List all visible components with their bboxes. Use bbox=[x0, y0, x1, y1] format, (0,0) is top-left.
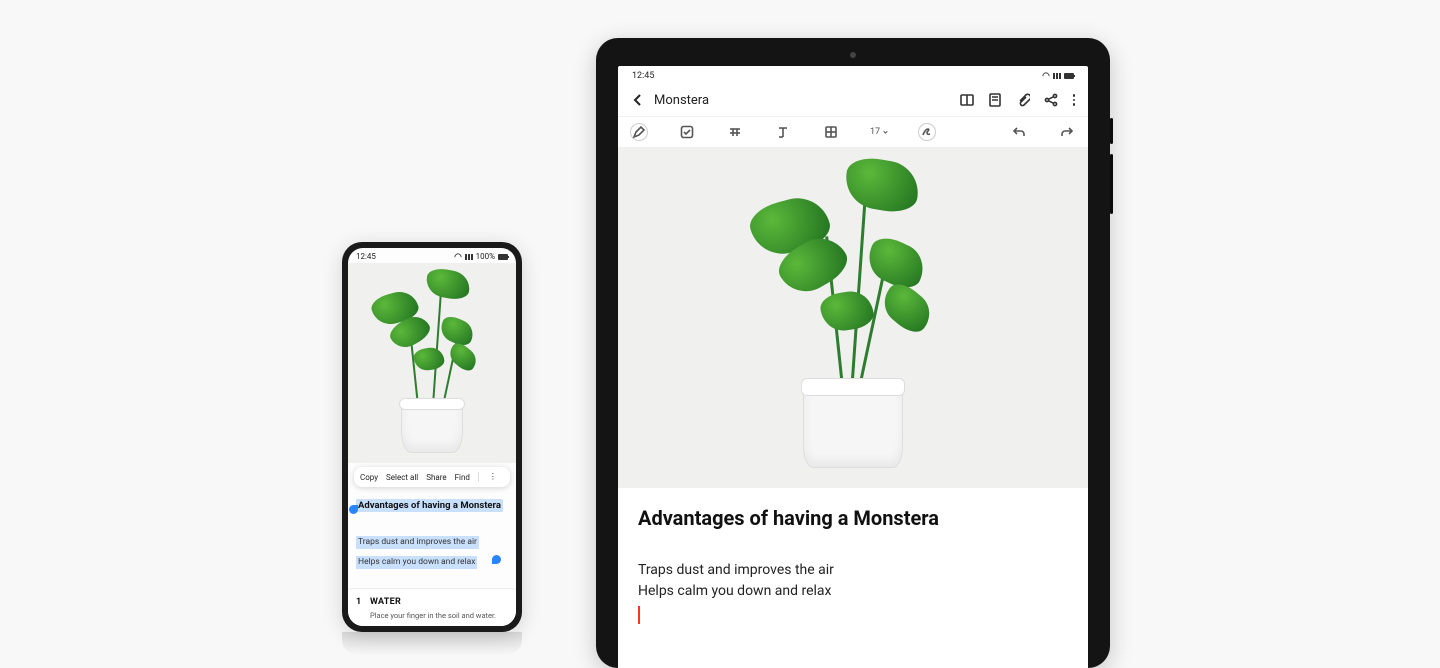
text-cursor bbox=[638, 606, 640, 624]
selected-title[interactable]: Advantages of having a Monstera bbox=[356, 499, 503, 512]
wifi-icon bbox=[454, 253, 462, 261]
table-icon bbox=[824, 125, 838, 139]
content-line-2[interactable]: Helps calm you down and relax bbox=[638, 581, 1068, 602]
battery-icon bbox=[1064, 73, 1074, 79]
context-select-all[interactable]: Select all bbox=[386, 473, 418, 482]
back-button[interactable] bbox=[630, 92, 646, 108]
card-title: WATER bbox=[370, 597, 401, 607]
context-share[interactable]: Share bbox=[426, 473, 446, 482]
content-line-1[interactable]: Traps dust and improves the air bbox=[638, 560, 1068, 581]
table-tool[interactable] bbox=[822, 123, 840, 141]
text-format-tool[interactable] bbox=[726, 123, 744, 141]
tablet-status-icons bbox=[1042, 72, 1074, 80]
phone-status-icons: 100% bbox=[454, 252, 508, 261]
tablet-volume-button bbox=[1110, 154, 1113, 214]
tablet-screen: 12:45 Monstera bbox=[618, 66, 1088, 668]
page-icon bbox=[988, 93, 1002, 107]
signal-icon bbox=[465, 254, 473, 260]
divider bbox=[478, 472, 479, 482]
tablet-mockup: 12:45 Monstera bbox=[596, 38, 1110, 668]
selected-line-1[interactable]: Traps dust and improves the air bbox=[356, 536, 479, 549]
text-size-icon bbox=[728, 125, 742, 139]
redo-button[interactable] bbox=[1058, 123, 1076, 141]
context-find[interactable]: Find bbox=[455, 473, 470, 482]
plant-pot bbox=[401, 403, 463, 453]
card-number: 1 bbox=[356, 597, 361, 607]
phone-screen: 12:45 100% Copy Select all Share Find ⋮ bbox=[348, 248, 516, 626]
chevron-down-icon bbox=[883, 129, 888, 136]
card-desc: Place your finger in the soil and water. bbox=[356, 611, 508, 620]
book-icon bbox=[960, 93, 974, 107]
share-icon bbox=[1044, 93, 1058, 107]
signal-icon bbox=[1053, 73, 1061, 79]
phone-status-time: 12:45 bbox=[356, 252, 376, 261]
chevron-left-icon bbox=[632, 94, 644, 106]
page-template-button[interactable] bbox=[988, 93, 1002, 107]
tablet-status-bar: 12:45 bbox=[618, 66, 1088, 84]
tablet-status-time: 12:45 bbox=[632, 71, 654, 81]
note-image bbox=[348, 263, 516, 463]
text-style-tool[interactable] bbox=[774, 123, 792, 141]
checkbox-icon bbox=[680, 125, 694, 139]
note-editor[interactable]: Advantages of having a Monstera Traps du… bbox=[618, 488, 1088, 668]
editor-toolbar: 17 bbox=[618, 117, 1088, 148]
font-size-selector[interactable]: 17 bbox=[870, 123, 888, 141]
more-button[interactable] bbox=[1072, 94, 1076, 106]
tablet-power-button bbox=[1110, 118, 1113, 144]
content-title[interactable]: Advantages of having a Monstera bbox=[638, 506, 1068, 530]
battery-pct: 100% bbox=[476, 252, 495, 261]
phone-mockup: 12:45 100% Copy Select all Share Find ⋮ bbox=[342, 242, 522, 632]
wifi-icon bbox=[1042, 72, 1050, 80]
text-icon bbox=[776, 125, 790, 139]
attach-button[interactable] bbox=[1016, 93, 1030, 107]
note-title: Monstera bbox=[654, 93, 960, 108]
phone-status-bar: 12:45 100% bbox=[348, 248, 516, 263]
battery-icon bbox=[498, 254, 508, 260]
reader-mode-button[interactable] bbox=[960, 93, 974, 107]
paperclip-icon bbox=[1016, 93, 1030, 107]
checklist-tool[interactable] bbox=[678, 123, 696, 141]
plant-pot bbox=[803, 386, 903, 468]
undo-icon bbox=[1012, 125, 1026, 139]
selected-line-2[interactable]: Helps calm you down and relax bbox=[356, 556, 477, 569]
undo-button[interactable] bbox=[1010, 123, 1028, 141]
font-size-value: 17 bbox=[870, 127, 880, 137]
selection-handle-end[interactable] bbox=[492, 555, 501, 564]
script-tool[interactable] bbox=[918, 123, 936, 141]
script-icon bbox=[920, 125, 934, 139]
note-body[interactable]: Advantages of having a Monstera Traps du… bbox=[348, 487, 516, 626]
share-button[interactable] bbox=[1044, 93, 1058, 107]
context-more-icon[interactable]: ⋮ bbox=[487, 473, 498, 481]
context-copy[interactable]: Copy bbox=[360, 473, 378, 482]
selection-handle-start[interactable] bbox=[349, 505, 358, 514]
tablet-camera bbox=[850, 52, 856, 58]
handwriting-tool[interactable] bbox=[630, 123, 648, 141]
note-header: Monstera bbox=[618, 84, 1088, 117]
bottom-card: 1 WATER Place your finger in the soil an… bbox=[348, 588, 516, 626]
pen-icon bbox=[632, 125, 646, 139]
note-image bbox=[618, 148, 1088, 488]
text-context-menu: Copy Select all Share Find ⋮ bbox=[354, 467, 510, 487]
redo-icon bbox=[1060, 125, 1074, 139]
